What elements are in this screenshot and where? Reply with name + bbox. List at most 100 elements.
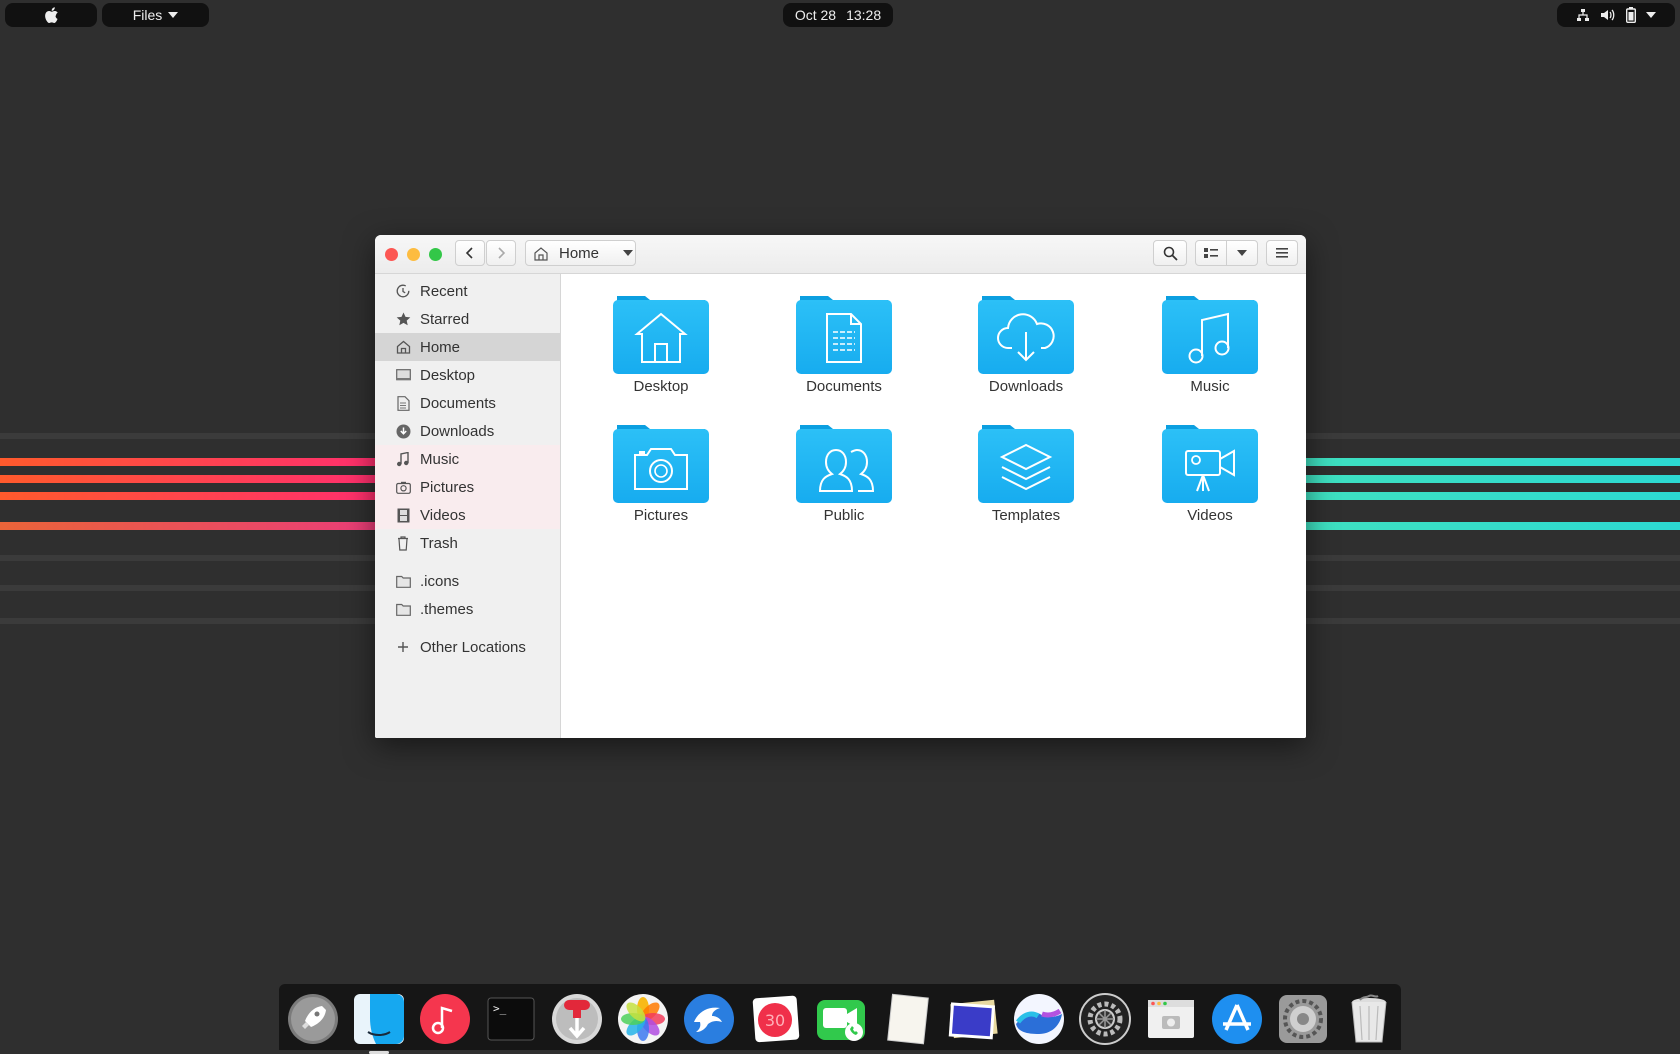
app-menu-button[interactable]: Files: [102, 3, 209, 27]
header-bar: Home: [375, 235, 1306, 274]
sidebar-item-label: Recent: [420, 282, 468, 300]
clock-icon: [394, 282, 412, 300]
view-options-button[interactable]: [1226, 240, 1258, 266]
sidebar-item-videos[interactable]: Videos: [375, 501, 560, 529]
clock-button[interactable]: Oct 28 13:28: [783, 3, 893, 27]
dock-launchpad[interactable]: [285, 991, 341, 1047]
volume-icon: [1601, 9, 1615, 21]
view-mode-button[interactable]: [1195, 240, 1227, 266]
dock-screenshot[interactable]: [1143, 991, 1199, 1047]
dock: >_ 30: [279, 984, 1401, 1054]
dock-facetime[interactable]: [813, 991, 869, 1047]
sidebar-item-label: Desktop: [420, 366, 476, 384]
photos-icon: [618, 994, 668, 1044]
sidebar-item-label: Other Locations: [420, 638, 526, 656]
camera-icon: [394, 478, 412, 496]
back-button[interactable]: [455, 240, 485, 266]
forward-button[interactable]: [486, 240, 516, 266]
sidebar-item-downloads[interactable]: Downloads: [375, 417, 560, 445]
dock-trash[interactable]: [1341, 991, 1397, 1047]
music-icon: [420, 994, 470, 1044]
system-preferences-icon: [1279, 995, 1327, 1043]
dock-terminal[interactable]: >_: [483, 991, 539, 1047]
folder-label: Pictures: [633, 507, 689, 524]
path-label: Home: [559, 244, 600, 262]
layers-glyph-icon: [978, 425, 1074, 503]
sidebar-item-recent[interactable]: Recent: [375, 277, 560, 305]
dock-weather[interactable]: [1011, 991, 1067, 1047]
close-window-button[interactable]: [385, 248, 398, 261]
folder-documents[interactable]: Documents: [781, 274, 901, 395]
sidebar-bookmark-icons[interactable]: .icons: [375, 567, 560, 595]
folder-videos[interactable]: Videos: [1147, 403, 1267, 524]
dock-settings[interactable]: [1077, 991, 1133, 1047]
folder-view: Desktop Documents Downloads Music Pictur…: [561, 274, 1306, 738]
chevron-right-icon: [498, 247, 506, 259]
download-icon: [394, 422, 412, 440]
search-button[interactable]: [1153, 240, 1187, 266]
folder-desktop[interactable]: Desktop: [598, 274, 718, 395]
folder-label: Desktop: [633, 378, 689, 395]
clock-date: Oct 28: [794, 7, 837, 23]
house-glyph-icon: [613, 296, 709, 374]
sidebar-item-label: Trash: [420, 534, 458, 552]
document-icon: [394, 394, 412, 412]
dock-image-viewer[interactable]: [945, 991, 1001, 1047]
calendar-icon: 30: [752, 995, 800, 1043]
dock-notes[interactable]: [879, 991, 935, 1047]
apple-menu-button[interactable]: [5, 3, 97, 27]
trash-icon: [394, 534, 412, 552]
folder-downloads[interactable]: Downloads: [963, 274, 1083, 395]
people-glyph-icon: [796, 425, 892, 503]
sidebar-other-locations[interactable]: Other Locations: [375, 633, 560, 661]
list-view-icon: [1204, 248, 1218, 258]
dock-files[interactable]: [351, 991, 407, 1054]
sidebar-item-starred[interactable]: Starred: [375, 305, 560, 333]
folder-label: Videos: [1187, 507, 1233, 524]
sidebar-bookmark-themes[interactable]: .themes: [375, 595, 560, 623]
document-glyph-icon: [796, 296, 892, 374]
search-icon: [1163, 246, 1178, 261]
dock-mail[interactable]: [681, 991, 737, 1047]
launchpad-rocket-icon: [288, 994, 338, 1044]
folder-public[interactable]: Public: [781, 403, 901, 524]
film-icon: [394, 506, 412, 524]
system-tray-button[interactable]: [1557, 3, 1675, 27]
maximize-window-button[interactable]: [429, 248, 442, 261]
sidebar-item-label: Music: [420, 450, 460, 468]
folder-pictures[interactable]: Pictures: [598, 403, 718, 524]
downloader-icon: [552, 994, 602, 1044]
chevron-left-icon: [465, 247, 473, 259]
sidebar-item-pictures[interactable]: Pictures: [375, 473, 560, 501]
weather-icon: [1014, 994, 1064, 1044]
facetime-icon: [817, 1000, 865, 1041]
sidebar-item-label: .icons: [420, 572, 460, 590]
dock-music[interactable]: [417, 991, 473, 1047]
folder-icon: [394, 600, 412, 618]
dock-photos[interactable]: [615, 991, 671, 1047]
minimize-window-button[interactable]: [407, 248, 420, 261]
notes-icon: [887, 993, 929, 1045]
main-menu-button[interactable]: [1266, 240, 1298, 266]
dock-downloader[interactable]: [549, 991, 605, 1047]
sidebar-item-home[interactable]: Home: [375, 333, 560, 361]
dock-calendar[interactable]: 30: [747, 991, 803, 1047]
dock-system-preferences[interactable]: [1275, 991, 1331, 1047]
path-bar-home[interactable]: Home: [525, 240, 636, 266]
sidebar-item-documents[interactable]: Documents: [375, 389, 560, 417]
star-icon: [394, 310, 412, 328]
chevron-down-icon: [1646, 12, 1656, 18]
sidebar-item-trash[interactable]: Trash: [375, 529, 560, 557]
terminal-icon: >_: [487, 997, 535, 1041]
video-camera-glyph-icon: [1162, 425, 1258, 503]
clock-time: 13:28: [846, 7, 882, 23]
sidebar-item-music[interactable]: Music: [375, 445, 560, 473]
folder-templates[interactable]: Templates: [963, 403, 1083, 524]
sidebar-item-desktop[interactable]: Desktop: [375, 361, 560, 389]
sidebar-item-label: .themes: [420, 600, 474, 618]
folder-music[interactable]: Music: [1147, 274, 1267, 395]
files-finder-icon: [354, 994, 404, 1044]
app-menu-label: Files: [132, 7, 163, 23]
music-glyph-icon: [1162, 296, 1258, 374]
dock-app-store[interactable]: [1209, 991, 1265, 1047]
